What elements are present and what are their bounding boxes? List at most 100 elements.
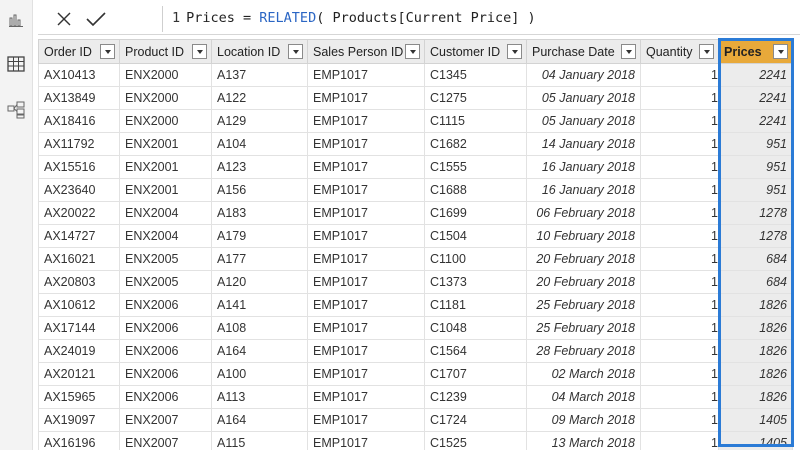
sales-person-id-cell[interactable]: EMP1017	[307, 316, 425, 340]
order-id-cell[interactable]: AX24019	[38, 339, 120, 363]
order-id-cell[interactable]: AX23640	[38, 178, 120, 202]
column-header-customer-id[interactable]: Customer ID	[424, 39, 527, 64]
table-row[interactable]: AX13849 ENX2000 A122 EMP1017 C1275 05 January…	[38, 86, 793, 110]
product-id-cell[interactable]: ENX2005	[119, 270, 212, 294]
location-id-cell[interactable]: A164	[211, 339, 308, 363]
purchase-date-cell[interactable]: 04 January 2018	[526, 63, 641, 87]
product-id-cell[interactable]: ENX2000	[119, 63, 212, 87]
order-id-cell[interactable]: AX17144	[38, 316, 120, 340]
prices-cell[interactable]: 1826	[718, 339, 793, 363]
prices-cell[interactable]: 951	[718, 178, 793, 202]
purchase-date-cell[interactable]: 28 February 2018	[526, 339, 641, 363]
purchase-date-cell[interactable]: 05 January 2018	[526, 86, 641, 110]
table-row[interactable]: AX10612 ENX2006 A141 EMP1017 C1181 25 Februar…	[38, 293, 793, 317]
quantity-cell[interactable]: 1	[640, 178, 719, 202]
table-row[interactable]: AX19097 ENX2007 A164 EMP1017 C1724 09 March 2…	[38, 408, 793, 432]
column-header-quantity[interactable]: Quantity	[640, 39, 719, 64]
table-row[interactable]: AX16021 ENX2005 A177 EMP1017 C1100 20 Februar…	[38, 247, 793, 271]
table-row[interactable]: AX18416 ENX2000 A129 EMP1017 C1115 05 January…	[38, 109, 793, 133]
purchase-date-cell[interactable]: 05 January 2018	[526, 109, 641, 133]
product-id-cell[interactable]: ENX2007	[119, 431, 212, 450]
filter-dropdown-icon[interactable]	[288, 44, 303, 59]
quantity-cell[interactable]: 1	[640, 362, 719, 386]
checkmark-icon[interactable]	[82, 5, 110, 33]
table-row[interactable]: AX20121 ENX2006 A100 EMP1017 C1707 02 March 2…	[38, 362, 793, 386]
prices-cell[interactable]: 1278	[718, 224, 793, 248]
bar-chart-icon[interactable]	[4, 8, 28, 32]
product-id-cell[interactable]: ENX2000	[119, 109, 212, 133]
customer-id-cell[interactable]: C1115	[424, 109, 527, 133]
sales-person-id-cell[interactable]: EMP1017	[307, 201, 425, 225]
customer-id-cell[interactable]: C1699	[424, 201, 527, 225]
customer-id-cell[interactable]: C1100	[424, 247, 527, 271]
table-row[interactable]: AX15965 ENX2006 A113 EMP1017 C1239 04 March 2…	[38, 385, 793, 409]
close-icon[interactable]	[50, 5, 78, 33]
quantity-cell[interactable]: 1	[640, 224, 719, 248]
location-id-cell[interactable]: A164	[211, 408, 308, 432]
purchase-date-cell[interactable]: 13 March 2018	[526, 431, 641, 450]
location-id-cell[interactable]: A141	[211, 293, 308, 317]
product-id-cell[interactable]: ENX2006	[119, 362, 212, 386]
sales-person-id-cell[interactable]: EMP1017	[307, 293, 425, 317]
order-id-cell[interactable]: AX19097	[38, 408, 120, 432]
product-id-cell[interactable]: ENX2004	[119, 224, 212, 248]
quantity-cell[interactable]: 1	[640, 201, 719, 225]
customer-id-cell[interactable]: C1373	[424, 270, 527, 294]
order-id-cell[interactable]: AX20803	[38, 270, 120, 294]
order-id-cell[interactable]: AX10413	[38, 63, 120, 87]
customer-id-cell[interactable]: C1239	[424, 385, 527, 409]
location-id-cell[interactable]: A120	[211, 270, 308, 294]
product-id-cell[interactable]: ENX2000	[119, 86, 212, 110]
purchase-date-cell[interactable]: 02 March 2018	[526, 362, 641, 386]
purchase-date-cell[interactable]: 10 February 2018	[526, 224, 641, 248]
product-id-cell[interactable]: ENX2001	[119, 178, 212, 202]
order-id-cell[interactable]: AX20121	[38, 362, 120, 386]
filter-dropdown-icon[interactable]	[773, 44, 788, 59]
location-id-cell[interactable]: A108	[211, 316, 308, 340]
quantity-cell[interactable]: 1	[640, 155, 719, 179]
filter-dropdown-icon[interactable]	[621, 44, 636, 59]
customer-id-cell[interactable]: C1181	[424, 293, 527, 317]
location-id-cell[interactable]: A115	[211, 431, 308, 450]
quantity-cell[interactable]: 1	[640, 316, 719, 340]
table-row[interactable]: AX23640 ENX2001 A156 EMP1017 C1688 16 January…	[38, 178, 793, 202]
sales-person-id-cell[interactable]: EMP1017	[307, 431, 425, 450]
prices-cell[interactable]: 1826	[718, 362, 793, 386]
sales-person-id-cell[interactable]: EMP1017	[307, 339, 425, 363]
location-id-cell[interactable]: A129	[211, 109, 308, 133]
sales-person-id-cell[interactable]: EMP1017	[307, 63, 425, 87]
column-header-product-id[interactable]: Product ID	[119, 39, 212, 64]
table-row[interactable]: AX14727 ENX2004 A179 EMP1017 C1504 10 Februar…	[38, 224, 793, 248]
customer-id-cell[interactable]: C1682	[424, 132, 527, 156]
location-id-cell[interactable]: A183	[211, 201, 308, 225]
location-id-cell[interactable]: A113	[211, 385, 308, 409]
customer-id-cell[interactable]: C1688	[424, 178, 527, 202]
column-header-purchase-date[interactable]: Purchase Date	[526, 39, 641, 64]
table-row[interactable]: AX20022 ENX2004 A183 EMP1017 C1699 06 Februar…	[38, 201, 793, 225]
location-id-cell[interactable]: A104	[211, 132, 308, 156]
table-row[interactable]: AX16196 ENX2007 A115 EMP1017 C1525 13 March 2…	[38, 431, 793, 450]
location-id-cell[interactable]: A137	[211, 63, 308, 87]
location-id-cell[interactable]: A122	[211, 86, 308, 110]
order-id-cell[interactable]: AX15965	[38, 385, 120, 409]
quantity-cell[interactable]: 1	[640, 408, 719, 432]
product-id-cell[interactable]: ENX2006	[119, 385, 212, 409]
purchase-date-cell[interactable]: 25 February 2018	[526, 293, 641, 317]
formula-input[interactable]: 1 Prices = RELATED( Products[Current Pric…	[172, 10, 536, 26]
quantity-cell[interactable]: 1	[640, 431, 719, 450]
order-id-cell[interactable]: AX20022	[38, 201, 120, 225]
quantity-cell[interactable]: 1	[640, 63, 719, 87]
customer-id-cell[interactable]: C1564	[424, 339, 527, 363]
quantity-cell[interactable]: 1	[640, 293, 719, 317]
sales-person-id-cell[interactable]: EMP1017	[307, 132, 425, 156]
prices-cell[interactable]: 1826	[718, 316, 793, 340]
column-header-prices[interactable]: Prices	[718, 39, 793, 64]
table-row[interactable]: AX24019 ENX2006 A164 EMP1017 C1564 28 Februar…	[38, 339, 793, 363]
quantity-cell[interactable]: 1	[640, 109, 719, 133]
table-grid-icon[interactable]	[4, 52, 28, 76]
quantity-cell[interactable]: 1	[640, 86, 719, 110]
table-row[interactable]: AX17144 ENX2006 A108 EMP1017 C1048 25 Februar…	[38, 316, 793, 340]
purchase-date-cell[interactable]: 09 March 2018	[526, 408, 641, 432]
model-diagram-icon[interactable]	[4, 98, 28, 122]
prices-cell[interactable]: 684	[718, 247, 793, 271]
